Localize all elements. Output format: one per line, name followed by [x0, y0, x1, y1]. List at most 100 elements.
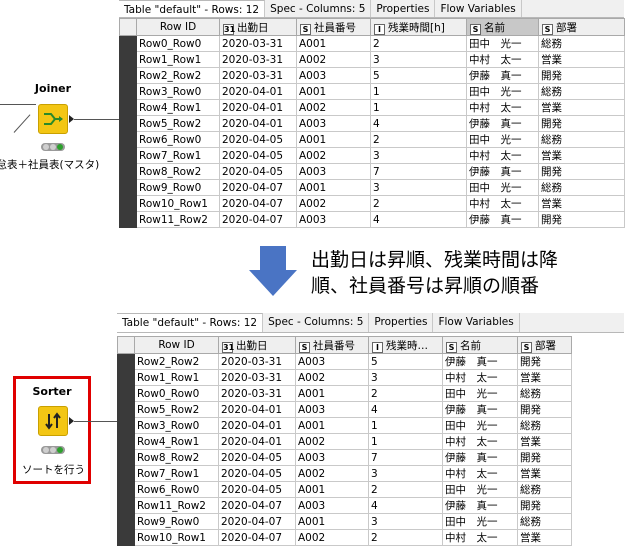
department-cell[interactable]: 営業	[517, 433, 572, 450]
table-row[interactable]: Row7_Row1 2020-04-05 A002 3 中村 太一 営業	[119, 147, 625, 164]
column-header-department[interactable]: S 部署	[517, 336, 572, 354]
column-header-rowid[interactable]: Row ID	[136, 18, 220, 36]
date-cell[interactable]: 2020-04-01	[218, 417, 296, 434]
column-header-employee-id[interactable]: S 社員番号	[296, 18, 371, 36]
row-id-cell[interactable]: Row1_Row1	[136, 51, 220, 68]
overtime-cell[interactable]: 1	[370, 99, 467, 116]
department-cell[interactable]: 総務	[538, 35, 625, 52]
name-cell[interactable]: 田中 光一	[442, 417, 518, 434]
row-id-cell[interactable]: Row3_Row0	[136, 83, 220, 100]
tab-properties[interactable]: Properties	[371, 0, 436, 17]
name-cell[interactable]: 中村 太一	[442, 433, 518, 450]
name-cell[interactable]: 田中 光一	[466, 83, 539, 100]
tab-properties[interactable]: Properties	[369, 313, 434, 332]
overtime-cell[interactable]: 7	[368, 449, 443, 466]
employee-id-cell[interactable]: A001	[296, 35, 371, 52]
overtime-cell[interactable]: 2	[368, 529, 443, 546]
department-cell[interactable]: 開発	[538, 67, 625, 84]
overtime-cell[interactable]: 4	[368, 497, 443, 514]
overtime-cell[interactable]: 7	[370, 163, 467, 180]
employee-id-cell[interactable]: A003	[296, 67, 371, 84]
department-cell[interactable]: 開発	[517, 497, 572, 514]
employee-id-cell[interactable]: A002	[295, 465, 369, 482]
name-cell[interactable]: 伊藤 真一	[442, 401, 518, 418]
table-row[interactable]: Row9_Row0 2020-04-07 A001 3 田中 光一 総務	[117, 513, 572, 530]
table-row[interactable]: Row3_Row0 2020-04-01 A001 1 田中 光一 総務	[119, 83, 625, 100]
date-cell[interactable]: 2020-04-07	[218, 513, 296, 530]
date-cell[interactable]: 2020-04-01	[219, 99, 297, 116]
department-cell[interactable]: 営業	[538, 51, 625, 68]
table-row[interactable]: Row5_Row2 2020-04-01 A003 4 伊藤 真一 開発	[117, 401, 572, 418]
employee-id-cell[interactable]: A001	[296, 131, 371, 148]
name-cell[interactable]: 田中 光一	[466, 179, 539, 196]
row-id-cell[interactable]: Row9_Row0	[136, 179, 220, 196]
table-row[interactable]: Row1_Row1 2020-03-31 A002 3 中村 太一 営業	[117, 369, 572, 386]
column-header-rowid[interactable]: Row ID	[134, 336, 219, 354]
overtime-cell[interactable]: 2	[368, 481, 443, 498]
date-cell[interactable]: 2020-04-01	[219, 83, 297, 100]
table-row[interactable]: Row9_Row0 2020-04-07 A001 3 田中 光一 総務	[119, 179, 625, 196]
overtime-cell[interactable]: 4	[370, 115, 467, 132]
tab-spec[interactable]: Spec - Columns: 5	[265, 0, 372, 17]
row-id-cell[interactable]: Row10_Row1	[136, 195, 220, 212]
department-cell[interactable]: 総務	[517, 481, 572, 498]
row-id-cell[interactable]: Row4_Row1	[136, 99, 220, 116]
name-cell[interactable]: 田中 光一	[466, 131, 539, 148]
employee-id-cell[interactable]: A001	[295, 417, 369, 434]
table-row[interactable]: Row3_Row0 2020-04-01 A001 1 田中 光一 総務	[117, 417, 572, 434]
date-cell[interactable]: 2020-03-31	[218, 385, 296, 402]
row-id-cell[interactable]: Row8_Row2	[134, 449, 219, 466]
overtime-cell[interactable]: 3	[370, 147, 467, 164]
table-row[interactable]: Row8_Row2 2020-04-05 A003 7 伊藤 真一 開発	[117, 449, 572, 466]
department-cell[interactable]: 開発	[517, 353, 572, 370]
row-id-cell[interactable]: Row9_Row0	[134, 513, 219, 530]
department-cell[interactable]: 営業	[538, 195, 625, 212]
joiner-node[interactable]	[38, 104, 68, 134]
date-cell[interactable]: 2020-04-05	[219, 147, 297, 164]
table-row[interactable]: Row7_Row1 2020-04-05 A002 3 中村 太一 営業	[117, 465, 572, 482]
column-header-name[interactable]: S 名前	[466, 18, 539, 36]
name-cell[interactable]: 伊藤 真一	[466, 211, 539, 228]
overtime-cell[interactable]: 3	[368, 513, 443, 530]
employee-id-cell[interactable]: A002	[295, 433, 369, 450]
name-cell[interactable]: 中村 太一	[442, 369, 518, 386]
employee-id-cell[interactable]: A001	[296, 83, 371, 100]
employee-id-cell[interactable]: A002	[296, 99, 371, 116]
employee-id-cell[interactable]: A003	[295, 353, 369, 370]
date-cell[interactable]: 2020-04-07	[219, 179, 297, 196]
row-id-cell[interactable]: Row11_Row2	[136, 211, 220, 228]
row-id-cell[interactable]: Row6_Row0	[136, 131, 220, 148]
tab-table[interactable]: Table "default" - Rows: 12	[117, 313, 264, 332]
employee-id-cell[interactable]: A001	[295, 385, 369, 402]
row-id-cell[interactable]: Row6_Row0	[134, 481, 219, 498]
table-row[interactable]: Row4_Row1 2020-04-01 A002 1 中村 太一 営業	[117, 433, 572, 450]
table-row[interactable]: Row6_Row0 2020-04-05 A001 2 田中 光一 総務	[119, 131, 625, 148]
overtime-cell[interactable]: 2	[370, 35, 467, 52]
date-cell[interactable]: 2020-04-07	[218, 497, 296, 514]
overtime-cell[interactable]: 3	[368, 369, 443, 386]
table-row[interactable]: Row11_Row2 2020-04-07 A003 4 伊藤 真一 開発	[119, 211, 625, 228]
row-id-cell[interactable]: Row7_Row1	[134, 465, 219, 482]
name-cell[interactable]: 伊藤 真一	[442, 353, 518, 370]
employee-id-cell[interactable]: A003	[296, 211, 371, 228]
date-cell[interactable]: 2020-04-07	[219, 195, 297, 212]
department-cell[interactable]: 営業	[538, 99, 625, 116]
table-row[interactable]: Row10_Row1 2020-04-07 A002 2 中村 太一 営業	[119, 195, 625, 212]
employee-id-cell[interactable]: A002	[295, 369, 369, 386]
row-id-cell[interactable]: Row1_Row1	[134, 369, 219, 386]
name-cell[interactable]: 中村 太一	[442, 465, 518, 482]
employee-id-cell[interactable]: A001	[295, 513, 369, 530]
overtime-cell[interactable]: 3	[370, 51, 467, 68]
department-cell[interactable]: 総務	[517, 417, 572, 434]
row-id-cell[interactable]: Row3_Row0	[134, 417, 219, 434]
name-cell[interactable]: 伊藤 真一	[442, 449, 518, 466]
overtime-cell[interactable]: 3	[368, 465, 443, 482]
name-cell[interactable]: 伊藤 真一	[466, 67, 539, 84]
overtime-cell[interactable]: 5	[370, 67, 467, 84]
table-row[interactable]: Row0_Row0 2020-03-31 A001 2 田中 光一 総務	[117, 385, 572, 402]
date-cell[interactable]: 2020-04-05	[219, 163, 297, 180]
employee-id-cell[interactable]: A002	[296, 195, 371, 212]
column-header-date[interactable]: 31 出勤日	[219, 18, 297, 36]
table-row[interactable]: Row5_Row2 2020-04-01 A003 4 伊藤 真一 開発	[119, 115, 625, 132]
column-header-overtime[interactable]: I 残業時間[h]	[370, 18, 467, 36]
